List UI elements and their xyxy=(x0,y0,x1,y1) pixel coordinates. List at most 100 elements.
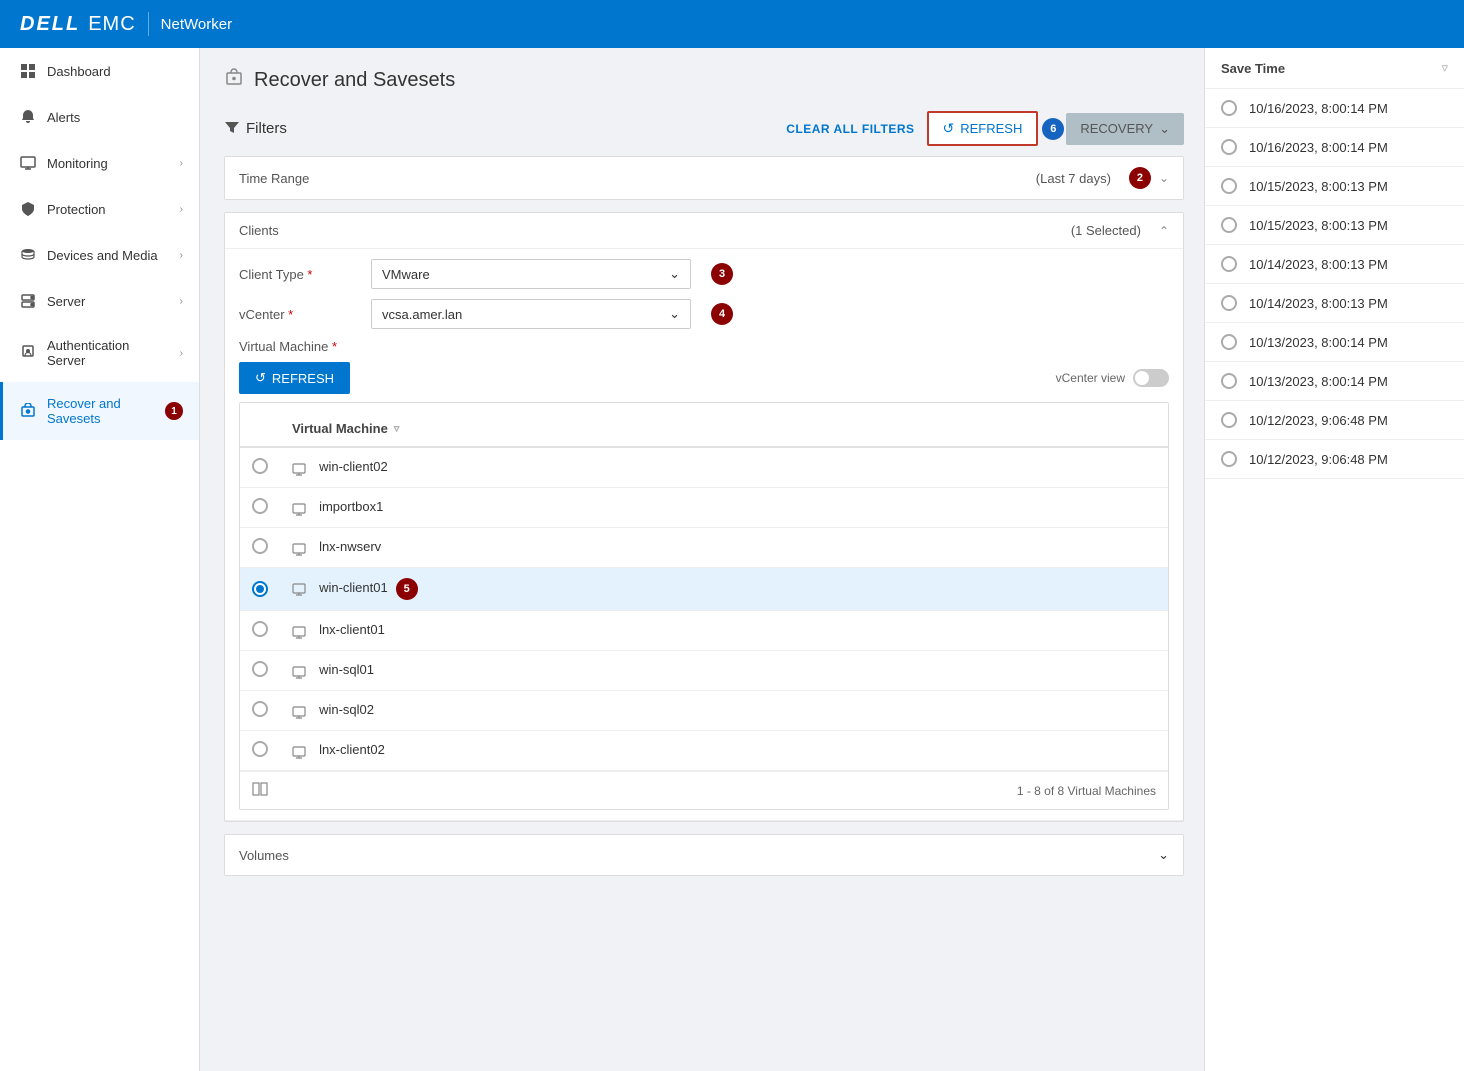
vm-name-cell: win-sql02 xyxy=(280,691,1168,731)
page-title: Recover and Savesets xyxy=(254,69,455,92)
database-icon xyxy=(19,246,37,264)
table-row[interactable]: win-sql01 xyxy=(240,651,1168,691)
columns-icon[interactable] xyxy=(252,782,268,799)
radio-button[interactable] xyxy=(252,458,268,474)
save-time-value: 10/15/2023, 8:00:13 PM xyxy=(1249,179,1388,194)
save-time-row[interactable]: 10/14/2023, 8:00:13 PM xyxy=(1205,245,1464,284)
table-row[interactable]: win-sql02 xyxy=(240,691,1168,731)
radio-button[interactable] xyxy=(1221,217,1237,233)
sidebar-item-dashboard[interactable]: Dashboard xyxy=(0,48,199,94)
chevron-down-icon-volumes: ⌄ xyxy=(1158,847,1169,863)
save-time-row[interactable]: 10/15/2023, 8:00:13 PM xyxy=(1205,206,1464,245)
save-time-row[interactable]: 10/13/2023, 8:00:14 PM xyxy=(1205,362,1464,401)
radio-button[interactable] xyxy=(1221,295,1237,311)
radio-button[interactable] xyxy=(252,661,268,677)
clear-all-filters-button[interactable]: CLEAR ALL FILTERS xyxy=(786,122,914,136)
volumes-header-row[interactable]: Volumes ⌄ xyxy=(225,835,1183,875)
vm-icon xyxy=(292,583,313,595)
client-type-select[interactable]: VMware ⌄ xyxy=(371,259,691,289)
recovery-badge: 6 xyxy=(1042,118,1064,140)
column-filter-icon-right[interactable]: ▿ xyxy=(1441,60,1448,76)
filters-actions: CLEAR ALL FILTERS ↺ REFRESH 6 RECOVERY ⌄ xyxy=(786,111,1184,146)
radio-button[interactable] xyxy=(252,701,268,717)
column-filter-icon[interactable]: ▿ xyxy=(394,422,400,435)
step-1-badge: 1 xyxy=(165,402,183,420)
sidebar-item-monitoring-label: Monitoring xyxy=(47,156,170,171)
sidebar-item-server[interactable]: Server › xyxy=(0,278,199,324)
save-time-row[interactable]: 10/16/2023, 8:00:14 PM xyxy=(1205,128,1464,167)
auth-icon xyxy=(19,344,37,362)
vm-name-cell: lnx-client02 xyxy=(280,731,1168,771)
refresh-icon-vm: ↺ xyxy=(255,370,266,386)
radio-button[interactable] xyxy=(1221,100,1237,116)
top-right-actions: ↺ REFRESH 6 RECOVERY ⌄ xyxy=(927,111,1185,146)
vcenter-view-toggle[interactable] xyxy=(1133,369,1169,387)
sidebar-item-auth-server[interactable]: Authentication Server › xyxy=(0,324,199,382)
step-5-badge: 5 xyxy=(396,578,418,600)
refresh-icon-top: ↺ xyxy=(943,120,955,137)
save-time-row[interactable]: 10/12/2023, 9:06:48 PM xyxy=(1205,440,1464,479)
radio-button[interactable] xyxy=(1221,334,1237,350)
save-time-row[interactable]: 10/13/2023, 8:00:14 PM xyxy=(1205,323,1464,362)
save-time-row[interactable]: 10/15/2023, 8:00:13 PM xyxy=(1205,167,1464,206)
sidebar-item-alerts[interactable]: Alerts xyxy=(0,94,199,140)
vcenter-select[interactable]: vcsa.amer.lan ⌄ xyxy=(371,299,691,329)
chevron-down-icon: ⌄ xyxy=(669,306,680,322)
server-icon xyxy=(19,292,37,310)
vcenter-view-label: vCenter view xyxy=(1056,371,1125,385)
time-range-row[interactable]: Time Range (Last 7 days) 2 ⌄ xyxy=(225,157,1183,199)
save-time-row[interactable]: 10/16/2023, 8:00:14 PM xyxy=(1205,89,1464,128)
client-type-row: Client Type * VMware ⌄ 3 xyxy=(239,259,1169,289)
vm-table-count: 1 - 8 of 8 Virtual Machines xyxy=(1017,784,1156,798)
radio-button[interactable] xyxy=(252,498,268,514)
sidebar-item-server-label: Server xyxy=(47,294,170,309)
vm-name-cell: lnx-client01 xyxy=(280,611,1168,651)
save-time-value: 10/16/2023, 8:00:14 PM xyxy=(1249,101,1388,116)
radio-button[interactable] xyxy=(252,581,268,597)
time-range-filter: Time Range (Last 7 days) 2 ⌄ xyxy=(224,156,1184,200)
vm-name-cell: win-client015 xyxy=(280,568,1168,611)
table-row[interactable]: importbox1 xyxy=(240,488,1168,528)
save-time-value: 10/12/2023, 9:06:48 PM xyxy=(1249,413,1388,428)
vm-table-select-col xyxy=(240,411,280,447)
recovery-button[interactable]: RECOVERY ⌄ xyxy=(1066,113,1184,145)
radio-button[interactable] xyxy=(252,741,268,757)
sidebar-item-recover[interactable]: Recover and Savesets 1 xyxy=(0,382,199,440)
radio-button[interactable] xyxy=(252,621,268,637)
table-row[interactable]: win-client015 xyxy=(240,568,1168,611)
recover-icon xyxy=(19,402,37,420)
refresh-button-top[interactable]: ↺ REFRESH xyxy=(927,111,1039,146)
vm-icon xyxy=(292,502,313,514)
clients-header-row[interactable]: Clients (1 Selected) ⌃ xyxy=(225,213,1183,249)
app-name: NetWorker xyxy=(161,16,232,33)
table-row[interactable]: lnx-client02 xyxy=(240,731,1168,771)
vm-table: Virtual Machine ▿ win-client02 importbox… xyxy=(240,411,1168,771)
radio-button[interactable] xyxy=(1221,139,1237,155)
radio-button[interactable] xyxy=(1221,256,1237,272)
radio-button[interactable] xyxy=(1221,373,1237,389)
filter-icon xyxy=(224,119,240,139)
vm-table-container: Virtual Machine ▿ win-client02 importbox… xyxy=(239,402,1169,810)
radio-button[interactable] xyxy=(1221,412,1237,428)
clients-filter: Clients (1 Selected) ⌃ Client Type * VMw… xyxy=(224,212,1184,822)
save-time-value: 10/14/2023, 8:00:13 PM xyxy=(1249,296,1388,311)
save-time-row[interactable]: 10/14/2023, 8:00:13 PM xyxy=(1205,284,1464,323)
monitor-icon xyxy=(19,154,37,172)
volumes-filter: Volumes ⌄ xyxy=(224,834,1184,876)
save-time-value: 10/16/2023, 8:00:14 PM xyxy=(1249,140,1388,155)
radio-button[interactable] xyxy=(252,538,268,554)
table-row[interactable]: lnx-client01 xyxy=(240,611,1168,651)
vm-name-cell: win-sql01 xyxy=(280,651,1168,691)
table-row[interactable]: lnx-nwserv xyxy=(240,528,1168,568)
vm-icon xyxy=(292,462,313,474)
sidebar-item-devices-media[interactable]: Devices and Media › xyxy=(0,232,199,278)
table-row[interactable]: win-client02 xyxy=(240,447,1168,488)
radio-button[interactable] xyxy=(1221,178,1237,194)
sidebar-item-monitoring[interactable]: Monitoring › xyxy=(0,140,199,186)
right-panel: Save Time ▿ 10/16/2023, 8:00:14 PM10/16/… xyxy=(1204,48,1464,1071)
sidebar-item-protection[interactable]: Protection › xyxy=(0,186,199,232)
radio-button[interactable] xyxy=(1221,451,1237,467)
app-logo: DELLEMC xyxy=(20,13,136,36)
refresh-button-vm[interactable]: ↺ REFRESH xyxy=(239,362,350,394)
save-time-row[interactable]: 10/12/2023, 9:06:48 PM xyxy=(1205,401,1464,440)
